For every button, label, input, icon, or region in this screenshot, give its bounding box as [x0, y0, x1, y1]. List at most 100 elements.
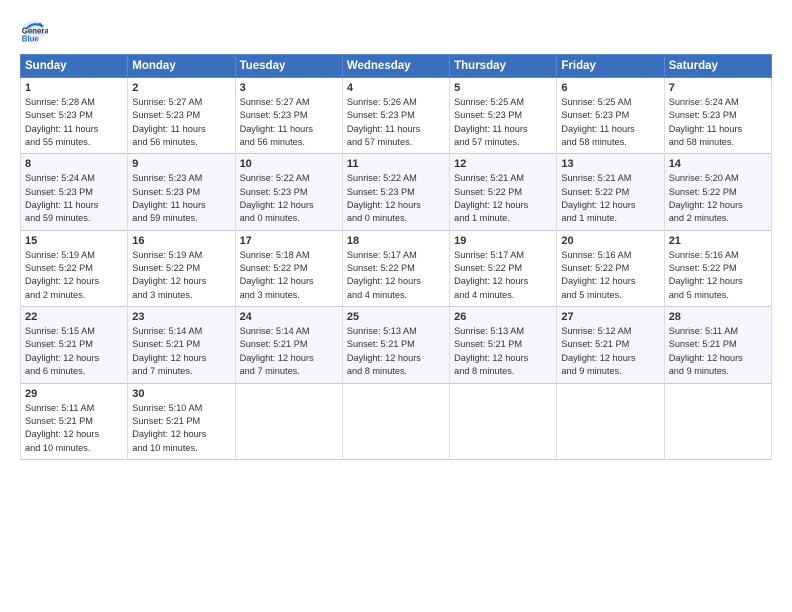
weekday-header-saturday: Saturday — [664, 55, 771, 78]
day-number: 18 — [347, 235, 445, 247]
calendar-cell: 20 Sunrise: 5:16 AM Sunset: 5:22 PM Dayli… — [557, 230, 664, 306]
day-number: 9 — [132, 158, 230, 170]
day-number: 26 — [454, 311, 552, 323]
calendar-cell: 27 Sunrise: 5:12 AM Sunset: 5:21 PM Dayli… — [557, 307, 664, 383]
day-info: Sunrise: 5:22 AM Sunset: 5:23 PM Dayligh… — [347, 172, 445, 225]
calendar-cell: 23 Sunrise: 5:14 AM Sunset: 5:21 PM Dayli… — [128, 307, 235, 383]
calendar-cell: 30 Sunrise: 5:10 AM Sunset: 5:21 PM Dayli… — [128, 383, 235, 459]
day-info: Sunrise: 5:14 AM Sunset: 5:21 PM Dayligh… — [132, 325, 230, 378]
day-number: 1 — [25, 82, 123, 94]
calendar-cell: 16 Sunrise: 5:19 AM Sunset: 5:22 PM Dayli… — [128, 230, 235, 306]
day-number: 14 — [669, 158, 767, 170]
day-number: 7 — [669, 82, 767, 94]
day-number: 15 — [25, 235, 123, 247]
weekday-header-friday: Friday — [557, 55, 664, 78]
calendar-cell — [450, 383, 557, 459]
day-info: Sunrise: 5:27 AM Sunset: 5:23 PM Dayligh… — [132, 96, 230, 149]
day-number: 5 — [454, 82, 552, 94]
day-info: Sunrise: 5:14 AM Sunset: 5:21 PM Dayligh… — [240, 325, 338, 378]
calendar-cell: 14 Sunrise: 5:20 AM Sunset: 5:22 PM Dayli… — [664, 154, 771, 230]
calendar-cell: 2Sunrise: 5:27 AM Sunset: 5:23 PM Daylig… — [128, 78, 235, 154]
day-info: Sunrise: 5:22 AM Sunset: 5:23 PM Dayligh… — [240, 172, 338, 225]
calendar-week-1: 1 Sunrise: 5:28 AM Sunset: 5:23 PM Daylig… — [21, 78, 772, 154]
day-number: 30 — [132, 388, 230, 400]
weekday-header-row: SundayMondayTuesdayWednesdayThursdayFrid… — [21, 55, 772, 78]
day-number: 13 — [561, 158, 659, 170]
day-number: 19 — [454, 235, 552, 247]
calendar-cell — [664, 383, 771, 459]
day-info: Sunrise: 5:13 AM Sunset: 5:21 PM Dayligh… — [347, 325, 445, 378]
calendar-cell: 21 Sunrise: 5:16 AM Sunset: 5:22 PM Dayli… — [664, 230, 771, 306]
day-number: 27 — [561, 311, 659, 323]
day-info: Sunrise: 5:18 AM Sunset: 5:22 PM Dayligh… — [240, 249, 338, 302]
logo-icon: General Blue — [20, 16, 48, 44]
day-info: Sunrise: 5:12 AM Sunset: 5:21 PM Dayligh… — [561, 325, 659, 378]
weekday-header-sunday: Sunday — [21, 55, 128, 78]
calendar-week-5: 29Sunrise: 5:11 AM Sunset: 5:21 PM Dayli… — [21, 383, 772, 459]
day-number: 16 — [132, 235, 230, 247]
day-number: 28 — [669, 311, 767, 323]
day-info: Sunrise: 5:25 AM Sunset: 5:23 PM Dayligh… — [561, 96, 659, 149]
weekday-header-wednesday: Wednesday — [342, 55, 449, 78]
day-number: 8 — [25, 158, 123, 170]
day-info: Sunrise: 5:19 AM Sunset: 5:22 PM Dayligh… — [25, 249, 123, 302]
day-info: Sunrise: 5:11 AM Sunset: 5:21 PM Dayligh… — [25, 402, 123, 455]
calendar-cell: 15 Sunrise: 5:19 AM Sunset: 5:22 PM Dayli… — [21, 230, 128, 306]
calendar-cell: 6 Sunrise: 5:25 AM Sunset: 5:23 PM Daylig… — [557, 78, 664, 154]
day-info: Sunrise: 5:21 AM Sunset: 5:22 PM Dayligh… — [561, 172, 659, 225]
day-number: 23 — [132, 311, 230, 323]
calendar-cell: 4 Sunrise: 5:26 AM Sunset: 5:23 PM Daylig… — [342, 78, 449, 154]
calendar-cell — [235, 383, 342, 459]
day-info: Sunrise: 5:10 AM Sunset: 5:21 PM Dayligh… — [132, 402, 230, 455]
weekday-header-tuesday: Tuesday — [235, 55, 342, 78]
day-info: Sunrise: 5:17 AM Sunset: 5:22 PM Dayligh… — [347, 249, 445, 302]
calendar-cell: 7 Sunrise: 5:24 AM Sunset: 5:23 PM Daylig… — [664, 78, 771, 154]
calendar-cell: 11 Sunrise: 5:22 AM Sunset: 5:23 PM Dayli… — [342, 154, 449, 230]
day-info: Sunrise: 5:19 AM Sunset: 5:22 PM Dayligh… — [132, 249, 230, 302]
day-info: Sunrise: 5:25 AM Sunset: 5:23 PM Dayligh… — [454, 96, 552, 149]
day-info: Sunrise: 5:28 AM Sunset: 5:23 PM Dayligh… — [25, 96, 123, 149]
calendar-cell: 5 Sunrise: 5:25 AM Sunset: 5:23 PM Daylig… — [450, 78, 557, 154]
calendar-cell: 19 Sunrise: 5:17 AM Sunset: 5:22 PM Dayli… — [450, 230, 557, 306]
day-number: 21 — [669, 235, 767, 247]
calendar-cell: 22Sunrise: 5:15 AM Sunset: 5:21 PM Dayli… — [21, 307, 128, 383]
calendar-cell: 8Sunrise: 5:24 AM Sunset: 5:23 PM Daylig… — [21, 154, 128, 230]
calendar-cell: 29Sunrise: 5:11 AM Sunset: 5:21 PM Dayli… — [21, 383, 128, 459]
weekday-header-thursday: Thursday — [450, 55, 557, 78]
day-info: Sunrise: 5:13 AM Sunset: 5:21 PM Dayligh… — [454, 325, 552, 378]
day-info: Sunrise: 5:16 AM Sunset: 5:22 PM Dayligh… — [669, 249, 767, 302]
calendar-cell — [342, 383, 449, 459]
day-info: Sunrise: 5:17 AM Sunset: 5:22 PM Dayligh… — [454, 249, 552, 302]
calendar-cell: 9 Sunrise: 5:23 AM Sunset: 5:23 PM Daylig… — [128, 154, 235, 230]
day-number: 10 — [240, 158, 338, 170]
day-info: Sunrise: 5:20 AM Sunset: 5:22 PM Dayligh… — [669, 172, 767, 225]
day-info: Sunrise: 5:24 AM Sunset: 5:23 PM Dayligh… — [669, 96, 767, 149]
day-info: Sunrise: 5:15 AM Sunset: 5:21 PM Dayligh… — [25, 325, 123, 378]
day-number: 6 — [561, 82, 659, 94]
calendar-cell: 28Sunrise: 5:11 AM Sunset: 5:21 PM Dayli… — [664, 307, 771, 383]
day-number: 12 — [454, 158, 552, 170]
page-header: General Blue — [20, 16, 772, 44]
day-number: 3 — [240, 82, 338, 94]
calendar-cell: 18 Sunrise: 5:17 AM Sunset: 5:22 PM Dayli… — [342, 230, 449, 306]
calendar-cell: 1 Sunrise: 5:28 AM Sunset: 5:23 PM Daylig… — [21, 78, 128, 154]
day-info: Sunrise: 5:26 AM Sunset: 5:23 PM Dayligh… — [347, 96, 445, 149]
day-info: Sunrise: 5:21 AM Sunset: 5:22 PM Dayligh… — [454, 172, 552, 225]
calendar-cell: 3 Sunrise: 5:27 AM Sunset: 5:23 PM Daylig… — [235, 78, 342, 154]
calendar-cell: 10 Sunrise: 5:22 AM Sunset: 5:23 PM Dayli… — [235, 154, 342, 230]
calendar-cell: 13 Sunrise: 5:21 AM Sunset: 5:22 PM Dayli… — [557, 154, 664, 230]
calendar-table: SundayMondayTuesdayWednesdayThursdayFrid… — [20, 54, 772, 460]
calendar-week-3: 15 Sunrise: 5:19 AM Sunset: 5:22 PM Dayli… — [21, 230, 772, 306]
day-info: Sunrise: 5:23 AM Sunset: 5:23 PM Dayligh… — [132, 172, 230, 225]
day-info: Sunrise: 5:27 AM Sunset: 5:23 PM Dayligh… — [240, 96, 338, 149]
day-number: 25 — [347, 311, 445, 323]
day-number: 4 — [347, 82, 445, 94]
day-number: 20 — [561, 235, 659, 247]
day-info: Sunrise: 5:16 AM Sunset: 5:22 PM Dayligh… — [561, 249, 659, 302]
calendar-week-2: 8Sunrise: 5:24 AM Sunset: 5:23 PM Daylig… — [21, 154, 772, 230]
svg-text:Blue: Blue — [22, 34, 40, 43]
calendar-cell: 17Sunrise: 5:18 AM Sunset: 5:22 PM Dayli… — [235, 230, 342, 306]
calendar-cell — [557, 383, 664, 459]
calendar-cell: 12 Sunrise: 5:21 AM Sunset: 5:22 PM Dayli… — [450, 154, 557, 230]
day-number: 11 — [347, 158, 445, 170]
